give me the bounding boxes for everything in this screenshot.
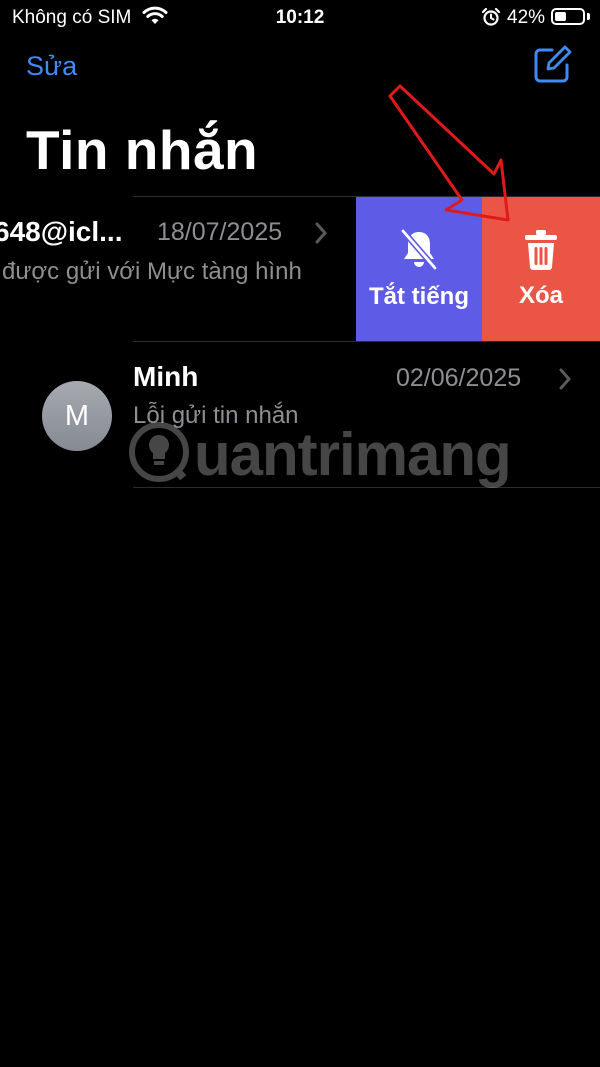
chevron-right-icon	[314, 222, 328, 249]
divider	[133, 341, 600, 342]
watermark-text: uantrimang	[194, 421, 512, 488]
delete-label: Xóa	[518, 281, 563, 309]
battery-fill	[555, 12, 566, 21]
battery-tip	[587, 13, 590, 20]
alarm-icon	[481, 7, 501, 32]
battery-percent: 42%	[507, 7, 546, 28]
bell-slash-icon	[399, 227, 439, 277]
edit-button[interactable]: Sửa	[26, 51, 77, 82]
battery-icon	[551, 8, 585, 25]
watermark: uantrimang	[128, 420, 512, 489]
mute-label: Tắt tiếng	[369, 282, 469, 310]
page-title: Tin nhắn	[26, 119, 259, 181]
contact-name: Minh	[133, 361, 199, 392]
message-date: 02/06/2025	[396, 364, 522, 392]
compose-icon[interactable]	[532, 45, 572, 90]
avatar: M	[42, 381, 112, 451]
lightbulb-logo-icon	[128, 421, 190, 488]
message-preview: được gửi với Mực tàng hình	[2, 258, 302, 285]
contact-name: 648@icl...	[0, 216, 123, 247]
trash-icon	[523, 229, 559, 276]
message-date: 18/07/2025	[157, 218, 283, 246]
annotation-arrow-icon	[388, 84, 510, 222]
status-bar: Không có SIM 10:12 42%	[0, 0, 600, 36]
chevron-right-icon	[558, 368, 572, 395]
